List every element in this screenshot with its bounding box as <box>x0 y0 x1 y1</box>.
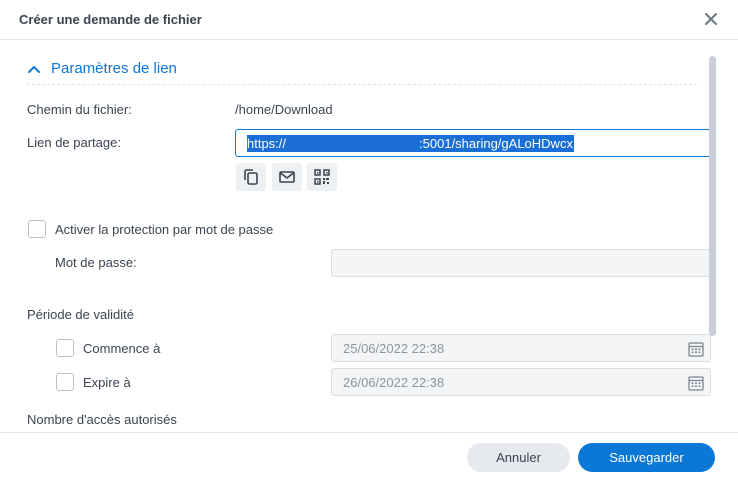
access-count-label: Nombre d'accès autorisés <box>27 412 177 427</box>
close-icon[interactable] <box>702 10 720 28</box>
email-link-button[interactable] <box>272 163 302 191</box>
password-protection-checkbox[interactable] <box>28 220 46 238</box>
calendar-icon[interactable] <box>688 375 704 394</box>
password-protection-label: Activer la protection par mot de passe <box>55 222 274 237</box>
start-date-label: Commence à <box>83 341 161 356</box>
start-date-field[interactable]: 25/06/2022 22:38 <box>331 334 711 362</box>
copy-link-button[interactable] <box>236 163 266 191</box>
share-link-suffix: :5001/sharing/gALoHDwcx <box>419 136 573 151</box>
share-link-prefix: https:// <box>247 136 287 151</box>
qr-code-icon <box>314 169 330 185</box>
scrollbar-thumb[interactable] <box>709 56 716 336</box>
calendar-icon[interactable] <box>688 341 704 360</box>
password-field[interactable] <box>331 249 711 277</box>
save-button[interactable]: Sauvegarder <box>578 443 715 472</box>
qr-code-button[interactable] <box>307 163 337 191</box>
dialog-title: Créer une demande de fichier <box>19 12 202 27</box>
file-path-label: Chemin du fichier: <box>27 102 132 117</box>
share-link-input[interactable]: https:// :5001/sharing/gALoHDwcx <box>235 129 711 157</box>
expiry-date-field[interactable]: 26/06/2022 22:38 <box>331 368 711 396</box>
start-date-checkbox[interactable] <box>56 339 74 357</box>
expiry-date-checkbox[interactable] <box>56 373 74 391</box>
share-link-label: Lien de partage: <box>27 135 121 150</box>
expiry-date-value: 26/06/2022 22:38 <box>343 375 445 390</box>
start-date-value: 25/06/2022 22:38 <box>343 341 445 356</box>
validity-period-label: Période de validité <box>27 307 134 322</box>
file-path-value: /home/Download <box>235 102 333 117</box>
expiry-date-label: Expire à <box>83 375 131 390</box>
section-title: Paramètres de lien <box>51 60 177 77</box>
link-settings-section-header[interactable]: Paramètres de lien <box>27 59 697 85</box>
mail-icon <box>279 171 295 183</box>
share-link-selection: https:// :5001/sharing/gALoHDwcx <box>247 135 574 152</box>
chevron-up-icon <box>27 62 41 76</box>
cancel-button[interactable]: Annuler <box>467 443 570 472</box>
password-label: Mot de passe: <box>55 255 137 270</box>
dialog-footer: Annuler Sauvegarder <box>0 432 738 487</box>
copy-icon <box>244 169 258 185</box>
dialog-titlebar: Créer une demande de fichier <box>0 0 738 40</box>
